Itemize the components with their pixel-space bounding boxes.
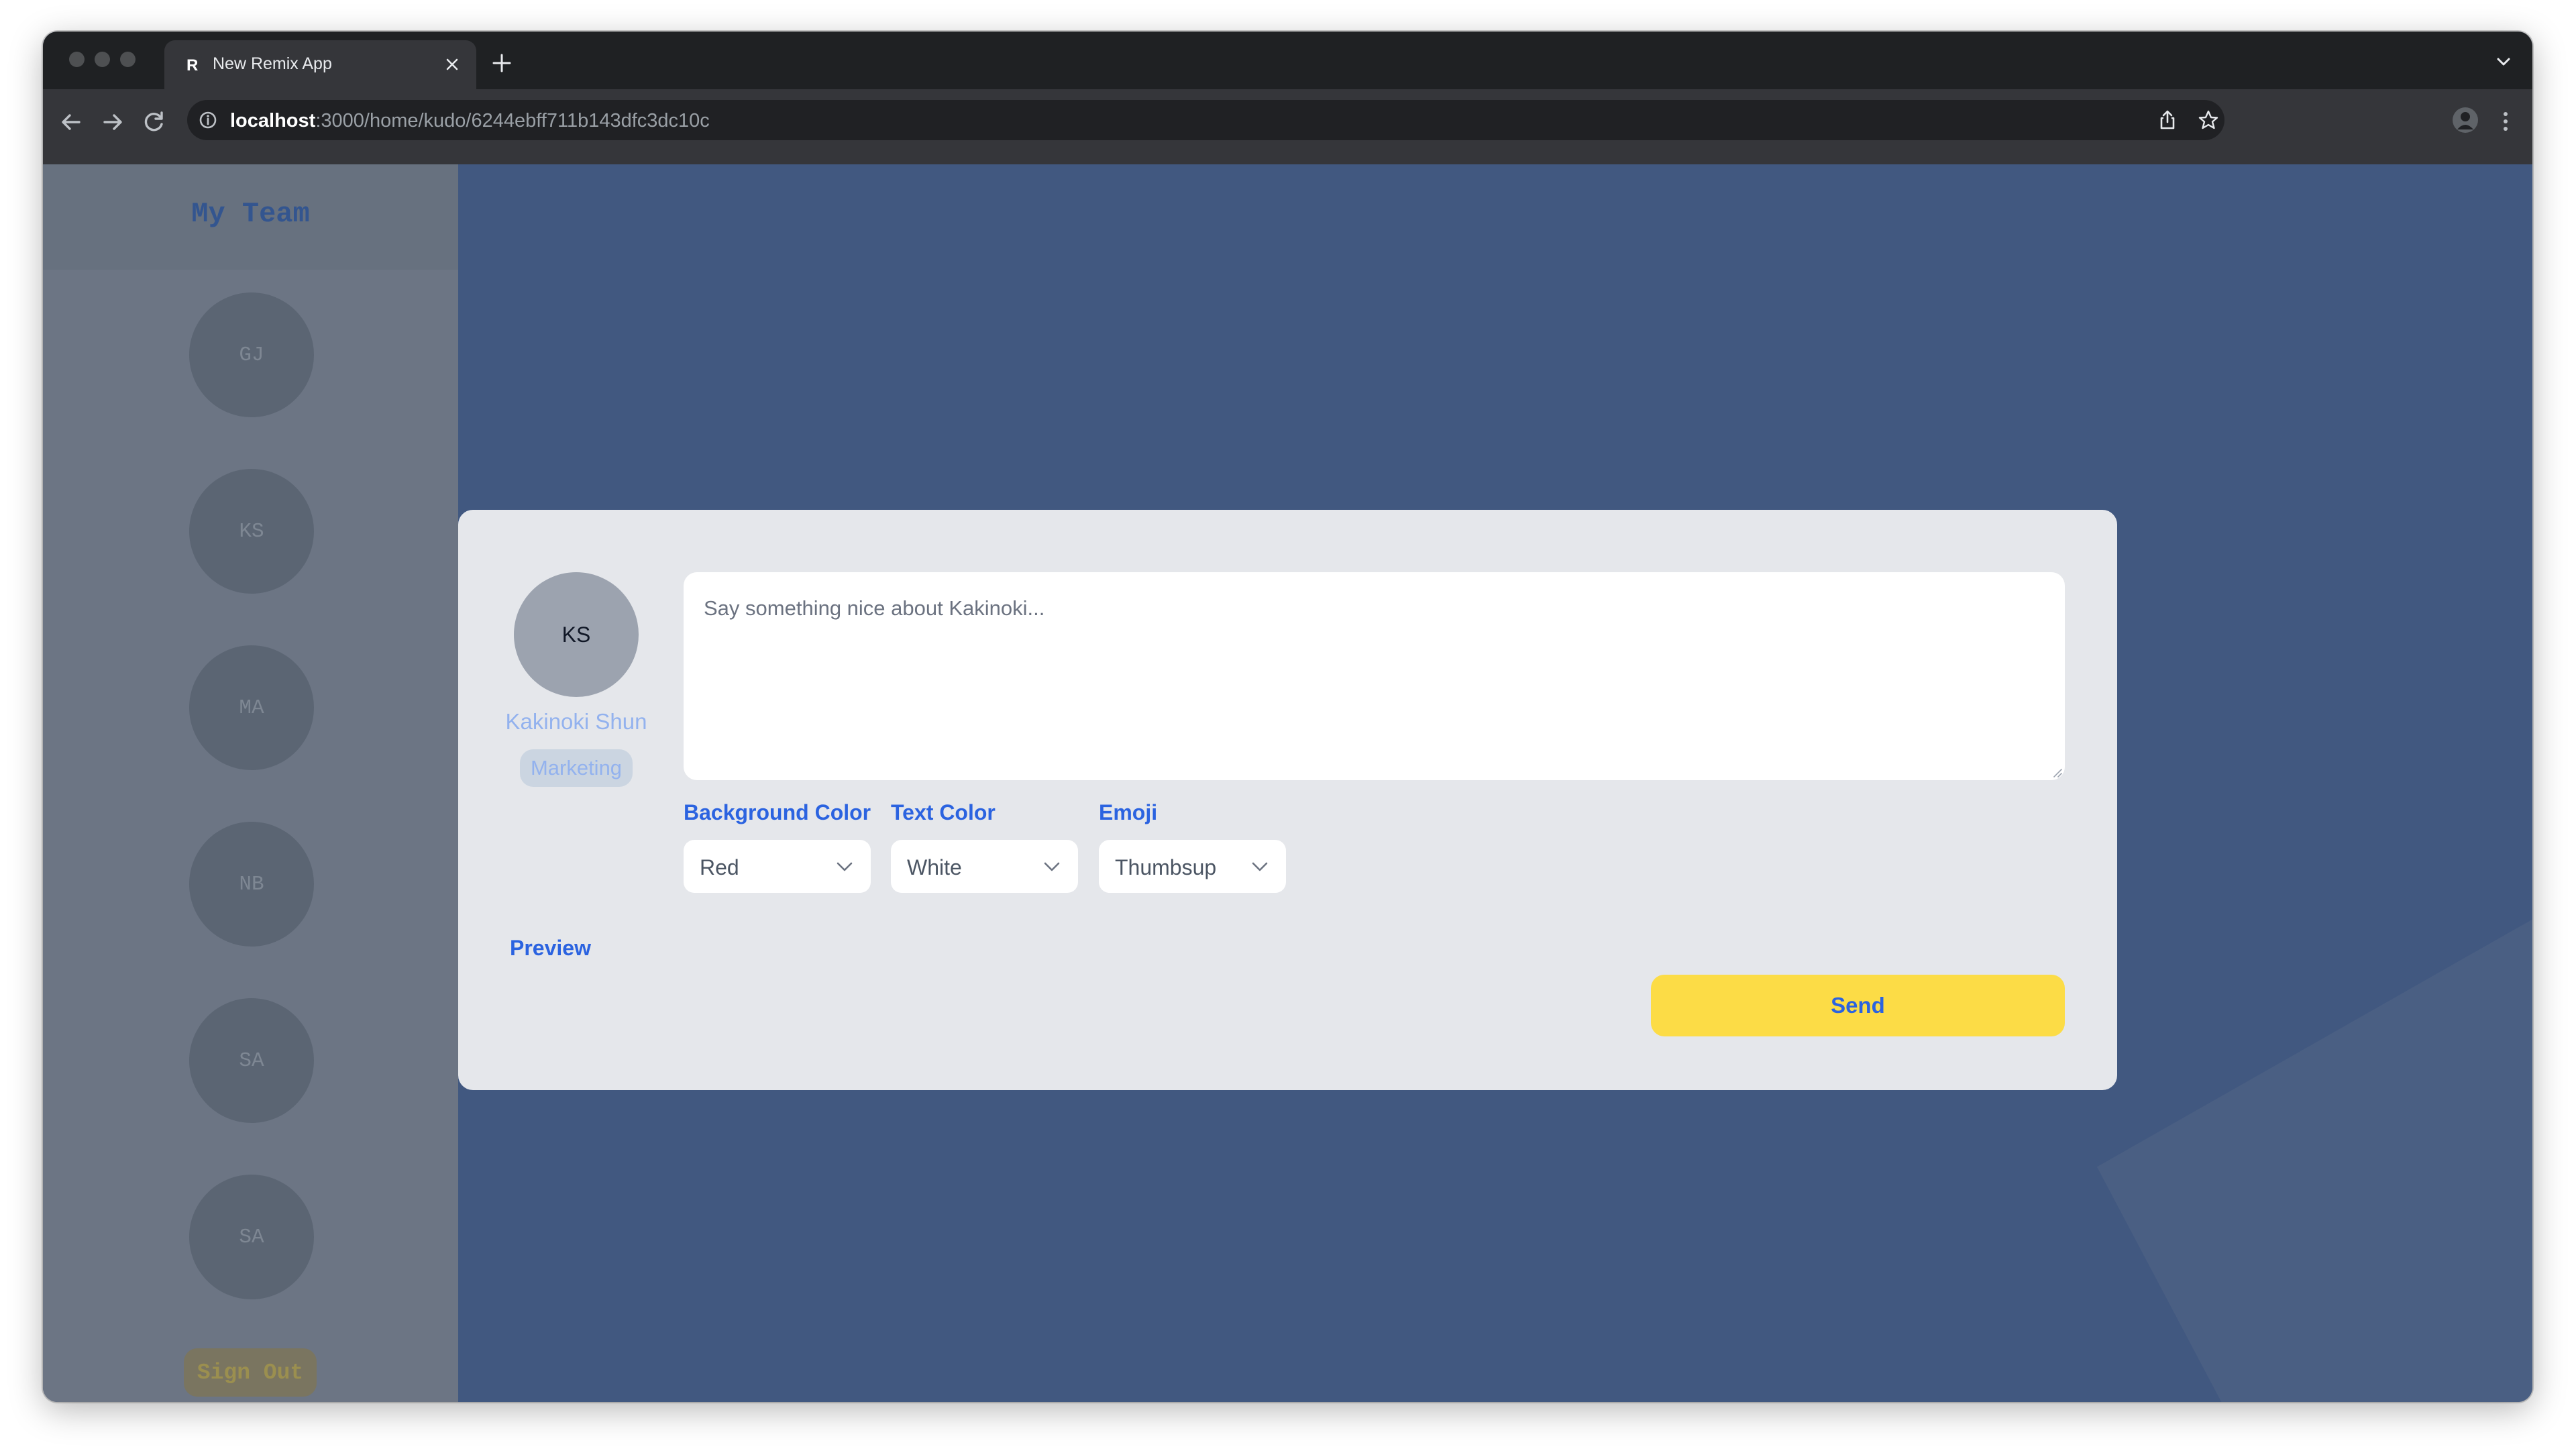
url-text: localhost:3000/home/kudo/6244ebff711b143… [230, 110, 710, 132]
chevron-down-icon [837, 862, 853, 871]
send-button[interactable]: Send [1651, 975, 2065, 1036]
back-arrow-icon[interactable] [56, 107, 86, 137]
emoji-select[interactable]: Thumbsup [1099, 840, 1286, 893]
url-host: localhost [230, 110, 316, 131]
recipient-avatar: KS [514, 572, 639, 697]
team-sidebar: My Team GJ KS MA NB SA SA Sign Out [43, 164, 458, 1402]
background-color-label: Background Color [684, 800, 871, 824]
team-member-avatar[interactable]: GJ [189, 292, 314, 417]
team-member-avatar[interactable]: MA [189, 645, 314, 770]
tab-title: New Remix App [213, 54, 332, 73]
text-color-select[interactable]: White [891, 840, 1078, 893]
close-tab-icon[interactable] [443, 55, 462, 74]
new-tab-icon[interactable] [490, 52, 513, 74]
emoji-value: Thumbsup [1115, 855, 1217, 879]
background-color-value: Red [700, 855, 739, 879]
resize-grip-icon[interactable] [2051, 767, 2062, 777]
close-window-button[interactable] [69, 52, 85, 67]
url-path: :3000/home/kudo/6244ebff711b143dfc3dc10c [315, 110, 710, 131]
chevron-down-icon [1252, 862, 1268, 871]
forward-arrow-icon[interactable] [98, 107, 127, 137]
team-member-avatar[interactable]: NB [189, 822, 314, 947]
svg-text:R: R [186, 56, 198, 74]
emoji-label: Emoji [1099, 800, 1158, 824]
sign-out-button[interactable]: Sign Out [184, 1348, 317, 1397]
team-member-avatar[interactable]: SA [189, 998, 314, 1123]
kudo-modal: KS Kakinoki Shun Marketing Background Co… [458, 510, 2117, 1090]
department-badge: Marketing [520, 749, 633, 787]
remix-favicon-icon: R [182, 54, 202, 74]
sidebar-header: My Team [43, 164, 458, 270]
browser-tab-bar: R New Remix App [43, 32, 2532, 89]
share-icon[interactable] [2156, 109, 2179, 131]
tab-search-chevron-icon[interactable] [2493, 52, 2514, 72]
kudo-message-input[interactable] [684, 572, 2065, 780]
browser-window: R New Remix App localhost:3000/home/kudo… [43, 32, 2532, 1402]
reload-icon[interactable] [140, 107, 169, 137]
text-color-value: White [907, 855, 962, 879]
browser-menu-icon[interactable] [2493, 108, 2518, 135]
text-color-label: Text Color [891, 800, 996, 824]
browser-tab[interactable]: R New Remix App [164, 40, 476, 89]
background-color-select[interactable]: Red [684, 840, 871, 893]
recipient-name: Kakinoki Shun [505, 709, 647, 734]
profile-avatar-icon[interactable] [2452, 107, 2479, 133]
zoom-window-button[interactable] [120, 52, 136, 67]
chevron-down-icon [1044, 862, 1060, 871]
preview-heading: Preview [510, 936, 591, 960]
sidebar-title: My Team [191, 198, 310, 230]
team-member-avatar[interactable]: SA [189, 1175, 314, 1299]
team-member-avatar[interactable]: KS [189, 469, 314, 594]
bookmark-star-icon[interactable] [2197, 109, 2220, 131]
minimize-window-button[interactable] [95, 52, 110, 67]
site-info-icon[interactable] [198, 110, 218, 130]
address-bar[interactable]: localhost:3000/home/kudo/6244ebff711b143… [187, 100, 2224, 140]
page-content: My Team GJ KS MA NB SA SA Sign Out KS Ka… [43, 164, 2532, 1402]
browser-toolbar: localhost:3000/home/kudo/6244ebff711b143… [43, 89, 2532, 164]
